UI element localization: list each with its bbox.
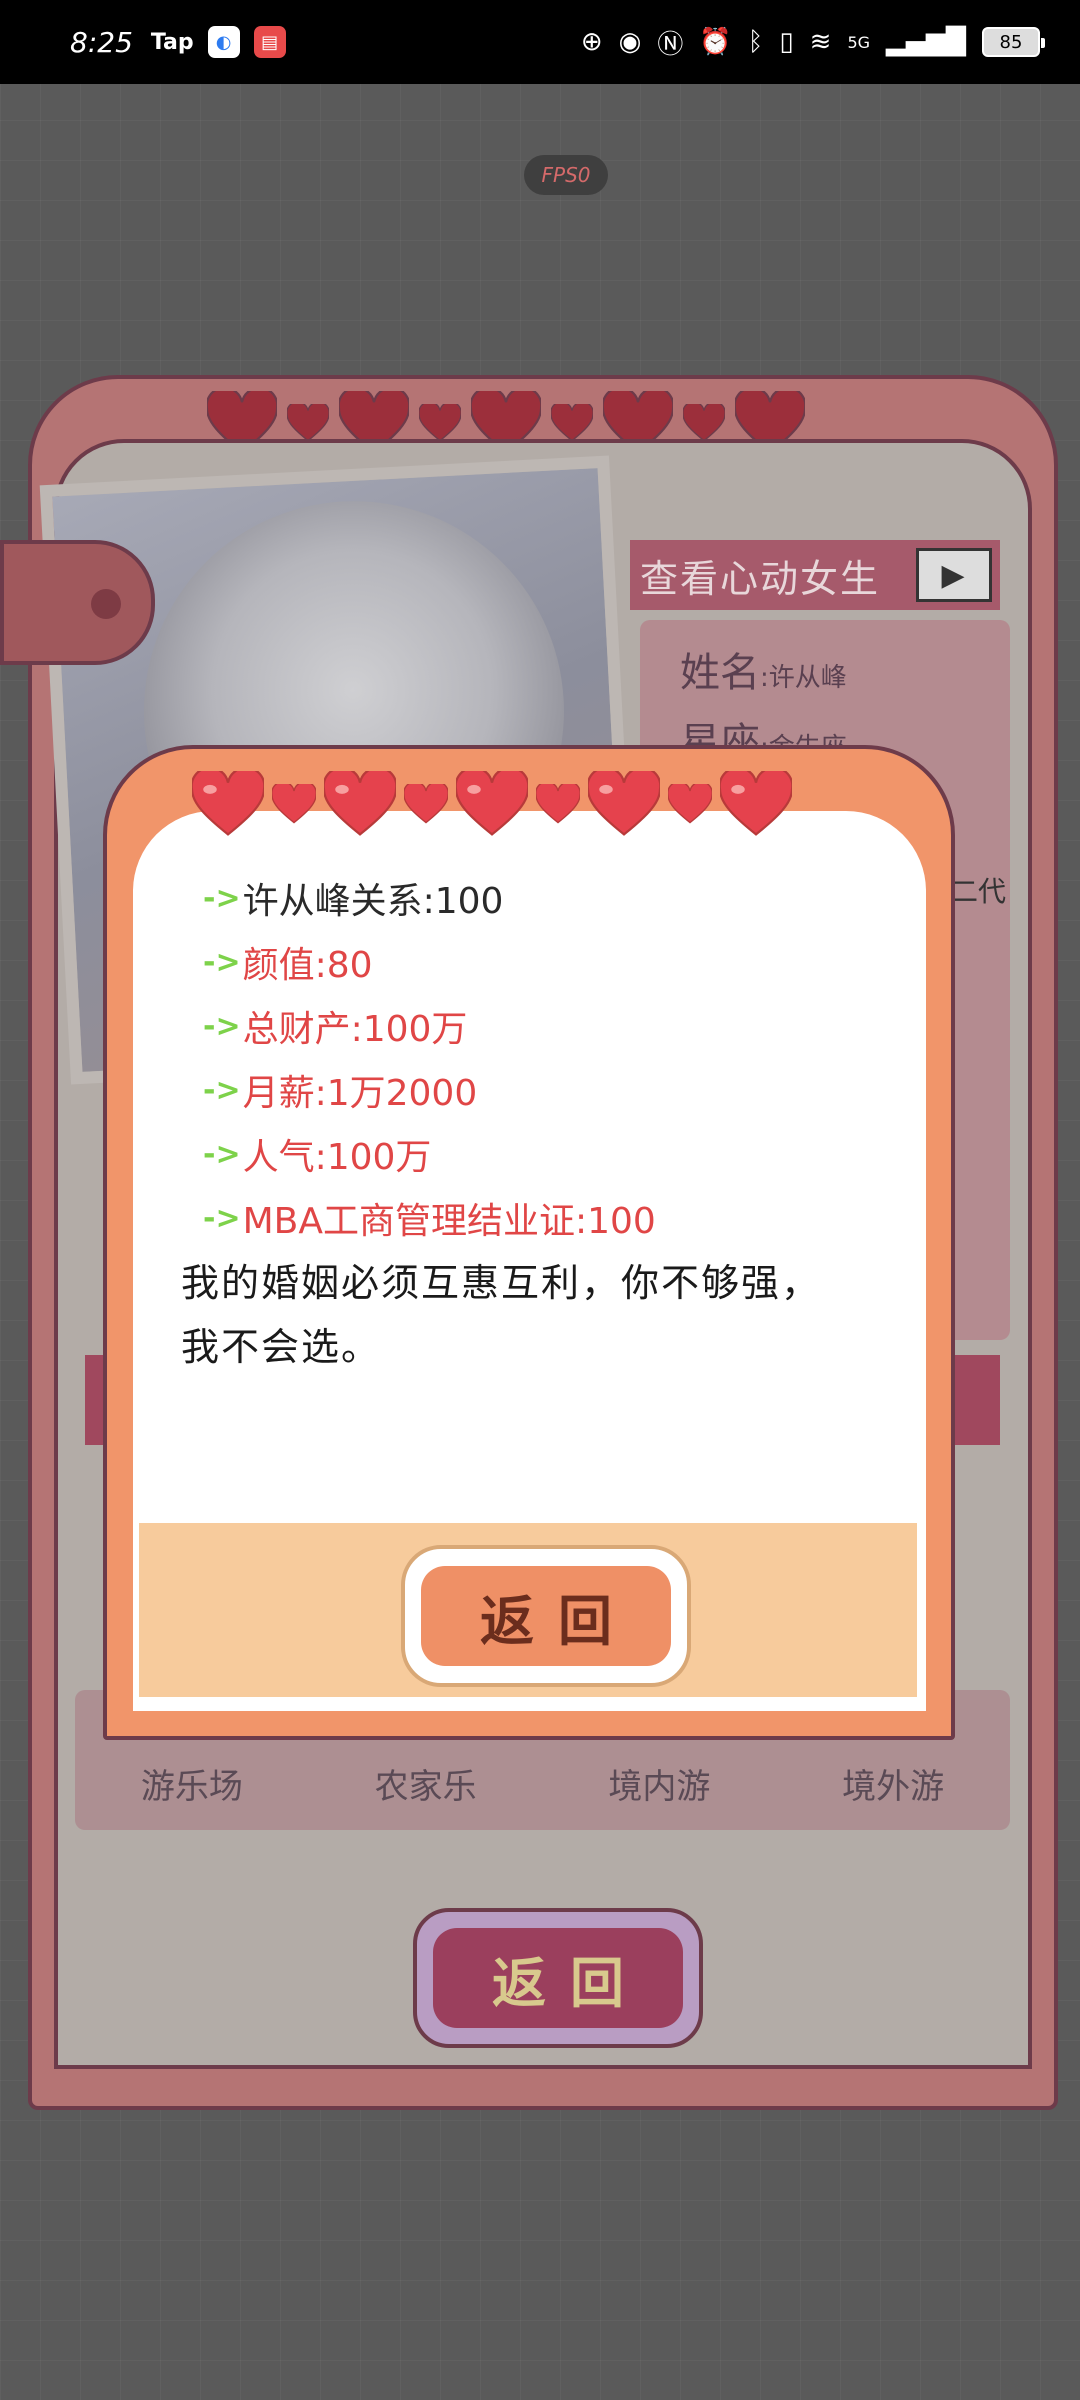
- stats-dialog-body: -> 许从峰关系:100 -> 颜值:80 -> 总财产:100万 -> 月薪:1万20…: [133, 811, 926, 1711]
- character-quote: 我的婚姻必须互惠互利，你不够强，我不会选。: [181, 1261, 822, 1369]
- arrow-icon: ->: [203, 1008, 241, 1044]
- bluetooth-icon: ᛒ: [747, 27, 764, 57]
- heart-icon: [272, 784, 316, 824]
- stat-label: 许从峰关系:100: [242, 881, 504, 922]
- tap-app-indicator: Tap: [150, 29, 194, 55]
- heart-icon: [287, 404, 329, 442]
- stat-list: -> 许从峰关系:100 -> 颜值:80 -> 总财产:100万 -> 月薪:1万20…: [203, 866, 656, 1250]
- info-name-row: 姓名:许从峰: [680, 650, 847, 696]
- heart-icon: [192, 771, 264, 837]
- status-bar: 8:25 Tap ◐ ▤ ⊕ ◉ Ⓝ ⏰ ᛒ ▯ ≋ 5G ▂▄▆█ 85: [0, 0, 1080, 84]
- view-heartthrob-label: 查看心动女生: [640, 556, 881, 601]
- heart-icon: [668, 784, 712, 824]
- arrow-icon: ->: [203, 880, 241, 916]
- destination-overseas-travel[interactable]: 境外游: [842, 1759, 944, 1808]
- heart-icon: [404, 784, 448, 824]
- book-app-icon: ▤: [253, 26, 286, 58]
- stat-monthly-salary: -> 月薪:1万2000: [203, 1058, 656, 1122]
- vibrate-icon: ▯: [779, 27, 794, 57]
- stat-relationship: -> 许从峰关系:100: [203, 866, 656, 930]
- background-return-button[interactable]: 返回: [413, 1908, 703, 2048]
- stat-label: 颜值:80: [242, 945, 373, 986]
- return-button[interactable]: 返回: [401, 1545, 691, 1687]
- data-saver-icon: ⊕: [580, 27, 603, 57]
- heart-icon: [456, 771, 528, 837]
- stat-label: 月薪:1万2000: [242, 1073, 478, 1114]
- destination-domestic-travel[interactable]: 境内游: [608, 1759, 710, 1808]
- stat-label: 总财产:100万: [242, 1009, 468, 1050]
- app-notification-icon: ◐: [207, 26, 240, 58]
- stat-popularity: -> 人气:100万: [203, 1122, 656, 1186]
- arrow-icon: ->: [203, 944, 241, 980]
- destination-farm-stay[interactable]: 农家乐: [375, 1759, 477, 1808]
- side-tab[interactable]: [0, 540, 155, 665]
- stat-label: MBA工商管理结业证:100: [242, 1201, 656, 1242]
- view-heartthrob-button[interactable]: 查看心动女生 ▶: [630, 540, 1000, 610]
- heart-icon: [536, 784, 580, 824]
- heart-icon: [324, 771, 396, 837]
- stat-mba-certificate: -> MBA工商管理结业证:100: [203, 1186, 656, 1250]
- status-time: 8:25: [70, 25, 133, 59]
- heart-icon: [419, 404, 461, 442]
- dialog-footer: 返回: [139, 1523, 917, 1697]
- stats-dialog: -> 许从峰关系:100 -> 颜值:80 -> 总财产:100万 -> 月薪:1万20…: [103, 745, 955, 1740]
- network-type: 5G: [847, 32, 871, 52]
- heart-icon: [720, 771, 792, 837]
- dialog-hearts: [192, 771, 792, 837]
- wifi-icon: ≋: [809, 27, 832, 57]
- return-button-label: 返回: [421, 1566, 671, 1666]
- arrow-icon: ->: [203, 1200, 241, 1236]
- video-play-icon: ▶: [916, 548, 992, 602]
- heart-icon: [683, 404, 725, 442]
- name-value: 许从峰: [768, 663, 847, 693]
- battery-level: 85: [999, 31, 1023, 53]
- stat-total-assets: -> 总财产:100万: [203, 994, 656, 1058]
- nfc-icon: Ⓝ: [657, 29, 684, 60]
- stat-label: 人气:100万: [242, 1137, 432, 1178]
- heart-icon: [551, 404, 593, 442]
- destination-amusement-park[interactable]: 游乐场: [141, 1759, 243, 1808]
- side-tab-dot: [91, 589, 121, 619]
- info-extra-text: 二代: [950, 875, 1007, 908]
- alarm-icon: ⏰: [699, 27, 732, 57]
- eye-icon: ◉: [618, 27, 642, 57]
- arrow-icon: ->: [203, 1072, 241, 1108]
- background-return-label: 返回: [433, 1928, 683, 2028]
- battery-icon: 85: [982, 27, 1045, 57]
- arrow-icon: ->: [203, 1136, 241, 1172]
- name-label: 姓名: [680, 650, 760, 696]
- status-icons: ⊕ ◉ Ⓝ ⏰ ᛒ ▯ ≋ 5G ▂▄▆█ 85: [580, 24, 1045, 61]
- signal-icon: ▂▄▆█: [886, 27, 966, 57]
- stat-looks: -> 颜值:80: [203, 930, 656, 994]
- heart-icon: [588, 771, 660, 837]
